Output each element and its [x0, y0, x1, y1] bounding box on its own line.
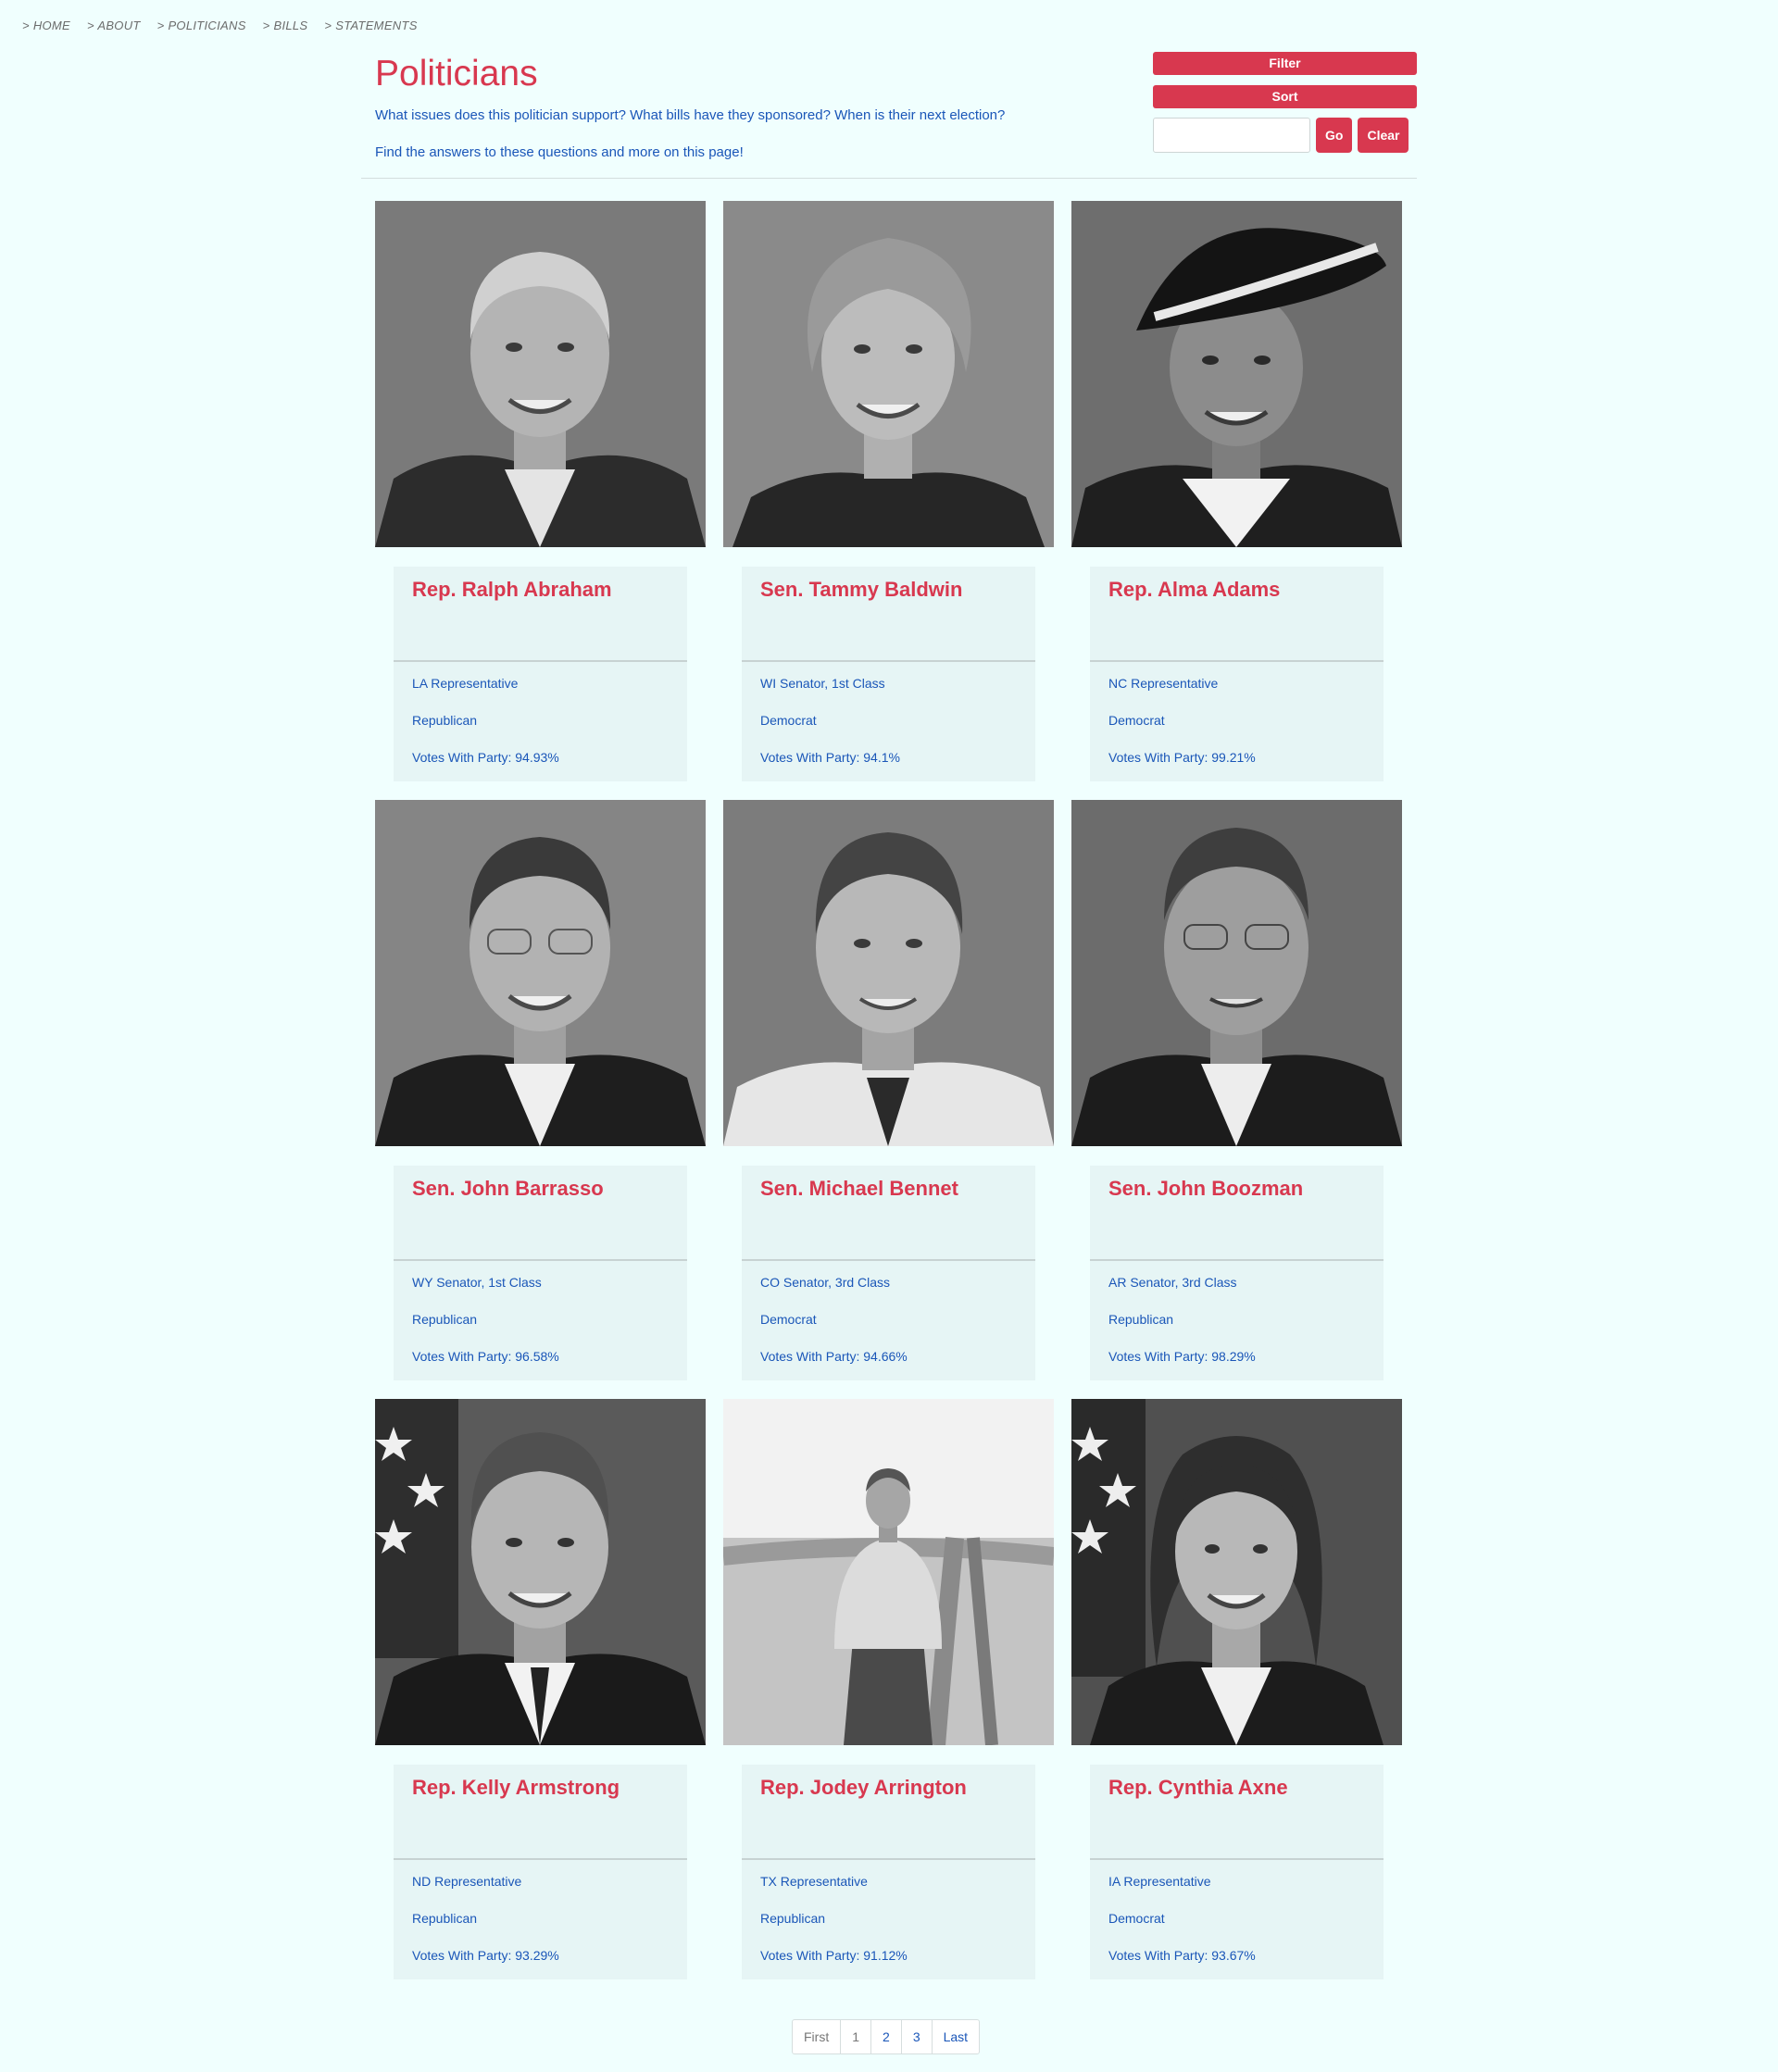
page-2[interactable]: 2	[870, 2020, 901, 2053]
breadcrumb: HOME ABOUT POLITICIANS BILLS STATEMENTS	[22, 19, 434, 32]
page-1[interactable]: 1	[840, 2020, 870, 2053]
politician-photo[interactable]	[375, 800, 706, 1146]
breadcrumb-politicians[interactable]: POLITICIANS	[157, 19, 246, 32]
politician-office: WY Senator, 1st Class	[412, 1275, 542, 1290]
politician-grid: Rep. Ralph Abraham LA Representative Rep…	[375, 201, 1403, 1979]
politician-name[interactable]: Rep. Jodey Arrington	[760, 1776, 1017, 1800]
politician-votes: Votes With Party: 96.58%	[412, 1349, 559, 1364]
politician-info: Sen. Michael Bennet CO Senator, 3rd Clas…	[742, 1166, 1035, 1380]
search-input[interactable]	[1153, 118, 1310, 153]
politician-name[interactable]: Sen. Michael Bennet	[760, 1177, 1017, 1201]
politician-votes: Votes With Party: 91.12%	[760, 1948, 908, 1963]
page-3[interactable]: 3	[900, 2020, 932, 2053]
politician-votes: Votes With Party: 94.66%	[760, 1349, 908, 1364]
politician-info: Rep. Jodey Arrington TX Representative R…	[742, 1765, 1035, 1979]
politician-party: Democrat	[760, 1312, 817, 1327]
page-header: Politicians What issues does this politi…	[361, 41, 1417, 179]
politician-party: Republican	[760, 1911, 826, 1926]
politician-office: TX Representative	[760, 1874, 868, 1889]
politician-info: Sen. Tammy Baldwin WI Senator, 1st Class…	[742, 567, 1035, 781]
politician-card[interactable]: Sen. John Boozman AR Senator, 3rd Class …	[1071, 800, 1402, 1380]
page-title: Politicians	[375, 54, 538, 94]
politician-office: IA Representative	[1108, 1874, 1211, 1889]
politician-office: AR Senator, 3rd Class	[1108, 1275, 1237, 1290]
politician-office: ND Representative	[412, 1874, 522, 1889]
clear-button[interactable]: Clear	[1358, 118, 1409, 153]
politician-info: Sen. John Barrasso WY Senator, 1st Class…	[394, 1166, 687, 1380]
politician-party: Democrat	[1108, 1911, 1165, 1926]
politician-party: Republican	[1108, 1312, 1174, 1327]
politician-votes: Votes With Party: 98.29%	[1108, 1349, 1256, 1364]
politician-card[interactable]: Sen. Michael Bennet CO Senator, 3rd Clas…	[723, 800, 1054, 1380]
politician-party: Democrat	[760, 713, 817, 728]
politician-office: WI Senator, 1st Class	[760, 676, 885, 691]
politician-office: NC Representative	[1108, 676, 1219, 691]
politician-party: Democrat	[1108, 713, 1165, 728]
intro-text-2: Find the answers to these questions and …	[375, 144, 744, 160]
politician-card[interactable]: Rep. Ralph Abraham LA Representative Rep…	[375, 201, 706, 781]
politician-photo[interactable]	[1071, 1399, 1402, 1745]
politician-photo[interactable]	[375, 201, 706, 547]
politician-photo[interactable]	[1071, 800, 1402, 1146]
politician-votes: Votes With Party: 93.29%	[412, 1948, 559, 1963]
pagination: First 1 2 3 Last	[792, 2019, 981, 2054]
politician-office: LA Representative	[412, 676, 519, 691]
politician-info: Sen. John Boozman AR Senator, 3rd Class …	[1090, 1166, 1384, 1380]
politician-info: Rep. Kelly Armstrong ND Representative R…	[394, 1765, 687, 1979]
politician-name[interactable]: Rep. Cynthia Axne	[1108, 1776, 1365, 1800]
politician-card[interactable]: Rep. Kelly Armstrong ND Representative R…	[375, 1399, 706, 1979]
politician-card[interactable]: Rep. Jodey Arrington TX Representative R…	[723, 1399, 1054, 1979]
politician-card[interactable]: Rep. Cynthia Axne IA Representative Demo…	[1071, 1399, 1402, 1979]
politician-office: CO Senator, 3rd Class	[760, 1275, 891, 1290]
breadcrumb-about[interactable]: ABOUT	[87, 19, 141, 32]
politician-name[interactable]: Rep. Ralph Abraham	[412, 578, 669, 602]
go-button[interactable]: Go	[1316, 118, 1353, 153]
politician-party: Republican	[412, 713, 478, 728]
politician-name[interactable]: Rep. Kelly Armstrong	[412, 1776, 669, 1800]
page-first[interactable]: First	[793, 2020, 840, 2053]
breadcrumb-home[interactable]: HOME	[22, 19, 70, 32]
politician-card[interactable]: Sen. Tammy Baldwin WI Senator, 1st Class…	[723, 201, 1054, 781]
politician-name[interactable]: Rep. Alma Adams	[1108, 578, 1365, 602]
politician-votes: Votes With Party: 93.67%	[1108, 1948, 1256, 1963]
intro-text: What issues does this politician support…	[375, 107, 1006, 123]
politician-card[interactable]: Rep. Alma Adams NC Representative Democr…	[1071, 201, 1402, 781]
politician-photo[interactable]	[1071, 201, 1402, 547]
politician-votes: Votes With Party: 99.21%	[1108, 750, 1256, 765]
politician-card[interactable]: Sen. John Barrasso WY Senator, 1st Class…	[375, 800, 706, 1380]
sort-button[interactable]: Sort	[1153, 85, 1417, 108]
politician-info: Rep. Ralph Abraham LA Representative Rep…	[394, 567, 687, 781]
politician-votes: Votes With Party: 94.93%	[412, 750, 559, 765]
politician-photo[interactable]	[723, 800, 1054, 1146]
filter-button[interactable]: Filter	[1153, 52, 1417, 75]
politician-name[interactable]: Sen. John Boozman	[1108, 1177, 1365, 1201]
politician-name[interactable]: Sen. John Barrasso	[412, 1177, 669, 1201]
politician-party: Republican	[412, 1911, 478, 1926]
page-last[interactable]: Last	[931, 2020, 979, 2053]
politician-photo[interactable]	[723, 1399, 1054, 1745]
politician-photo[interactable]	[375, 1399, 706, 1745]
politician-info: Rep. Alma Adams NC Representative Democr…	[1090, 567, 1384, 781]
breadcrumb-bills[interactable]: BILLS	[263, 19, 308, 32]
politician-photo[interactable]	[723, 201, 1054, 547]
search-row: Go Clear	[1153, 118, 1417, 153]
politician-votes: Votes With Party: 94.1%	[760, 750, 900, 765]
politician-name[interactable]: Sen. Tammy Baldwin	[760, 578, 1017, 602]
controls-panel: Filter Sort Go Clear	[1153, 52, 1417, 153]
politician-party: Republican	[412, 1312, 478, 1327]
breadcrumb-statements[interactable]: STATEMENTS	[324, 19, 417, 32]
politician-info: Rep. Cynthia Axne IA Representative Demo…	[1090, 1765, 1384, 1979]
